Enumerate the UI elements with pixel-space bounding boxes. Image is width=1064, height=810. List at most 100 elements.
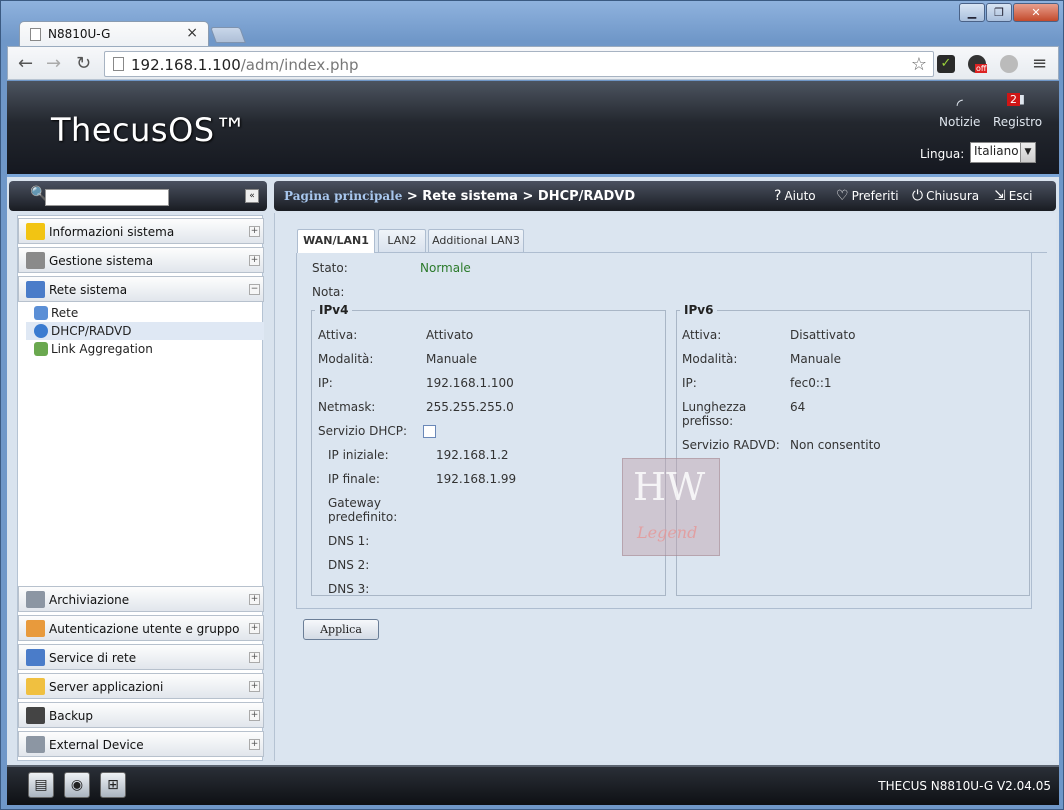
help-button[interactable]: ? Aiuto [774, 188, 816, 204]
close-window-button[interactable]: ✕ [1013, 3, 1059, 22]
page-icon [113, 57, 124, 71]
language-select[interactable]: Italiano ▼ [970, 142, 1036, 163]
info-icon [26, 223, 45, 240]
expand-icon[interactable]: + [249, 710, 260, 721]
note-label: Nota: [312, 285, 345, 299]
sidebar-menu: Informazioni sistema + Gestione sistema … [17, 215, 264, 761]
power-icon: ⏻ [912, 188, 924, 204]
bookmark-star-icon[interactable]: ☆ [911, 54, 927, 75]
extension-ghost-icon[interactable]: off [968, 55, 988, 73]
menu-group-backup[interactable]: Backup + [18, 702, 264, 728]
menu-group-user-auth[interactable]: Autenticazione utente e gruppo + [18, 615, 264, 641]
chevron-down-icon[interactable]: ▼ [1020, 143, 1035, 162]
expand-icon[interactable]: + [249, 226, 260, 237]
end-ip-label: IP finale: [328, 472, 380, 486]
radvd-service-value: Non consentito [790, 438, 881, 452]
sidebar-item-link-aggregation[interactable]: Link Aggregation [26, 340, 264, 358]
expand-icon[interactable]: + [249, 652, 260, 663]
tab-wan-lan1[interactable]: WAN/LAN1 [297, 229, 375, 254]
news-label: Notizie [939, 115, 981, 129]
ipv4-mode-value: Manuale [426, 352, 477, 366]
expand-icon[interactable]: + [249, 739, 260, 750]
breadcrumb-bar: Pagina principale > Rete sistema > DHCP/… [274, 181, 1056, 211]
storage-icon [26, 591, 45, 608]
server-icon[interactable]: ▤ [28, 772, 54, 798]
collapse-icon[interactable]: − [249, 284, 260, 295]
network-icon [34, 306, 48, 320]
browser-menu-icon[interactable]: ≡ [1032, 53, 1047, 74]
menu-group-label: Autenticazione utente e gruppo [49, 622, 240, 636]
menu-group-app-server[interactable]: Server applicazioni + [18, 673, 264, 699]
menu-group-storage[interactable]: Archiviazione + [18, 586, 264, 612]
menu-group-system-management[interactable]: Gestione sistema + [18, 247, 264, 273]
language-label: Lingua: [920, 147, 965, 161]
folder-icon [26, 678, 45, 695]
breadcrumb-home-link[interactable]: Pagina principale [284, 189, 402, 203]
expand-icon[interactable]: + [249, 255, 260, 266]
ipv4-mode-label: Modalità: [318, 352, 374, 366]
new-tab-button[interactable] [210, 27, 246, 43]
address-bar[interactable]: 192.168.1.100/adm/index.php ☆ [104, 51, 934, 77]
network-service-icon [26, 649, 45, 666]
ipv6-ip-value: fec0::1 [790, 376, 832, 390]
menu-group-network[interactable]: Rete sistema − [18, 276, 264, 302]
main-panel: WAN/LAN1 LAN2 Additional LAN3 Stato: Nor… [274, 213, 1056, 761]
tab-additional-lan3[interactable]: Additional LAN3 [428, 229, 524, 253]
watermark-logo: HW [633, 465, 706, 509]
url-host: 192.168.1.100 [131, 56, 241, 74]
watermark-text: Legend [637, 523, 698, 542]
url-path: /adm/index.php [240, 56, 359, 74]
dns3-label: DNS 3: [328, 582, 370, 596]
extension-check-icon[interactable]: ✓ [937, 55, 955, 73]
hwlegend-watermark: HW Legend [622, 458, 720, 556]
sidebar-item-label: DHCP/RADVD [51, 324, 132, 338]
breadcrumb-separator: > [517, 189, 538, 204]
dhcp-service-checkbox[interactable] [423, 425, 436, 438]
external-device-icon [26, 736, 45, 753]
disk-icon[interactable]: ◉ [64, 772, 90, 798]
expand-icon[interactable]: + [249, 594, 260, 605]
firmware-version: THECUS N8810U-G V2.04.05 [878, 779, 1051, 793]
back-icon[interactable]: ← [18, 53, 33, 74]
menu-group-label: Informazioni sistema [49, 225, 175, 239]
breadcrumb: Pagina principale > Rete sistema > DHCP/… [284, 189, 635, 204]
forward-icon[interactable]: → [46, 53, 61, 74]
favorites-button[interactable]: ♡ Preferiti [836, 188, 899, 204]
gateway-label-line2: predefinito: [328, 510, 398, 524]
ipv4-netmask-label: Netmask: [318, 400, 376, 414]
reload-icon[interactable]: ↻ [76, 53, 91, 74]
extension-chevron-icon[interactable] [1000, 55, 1018, 73]
shutdown-label: Chiusura [926, 189, 980, 203]
logout-button[interactable]: ⇲ Esci [994, 188, 1033, 204]
sidebar-item-dhcp-radvd[interactable]: DHCP/RADVD [26, 322, 264, 340]
tab-close-icon[interactable]: × [186, 25, 198, 41]
log-badge: 2 [1007, 93, 1020, 106]
rss-icon: ◜ [956, 95, 963, 114]
sidebar-search-input[interactable] [45, 189, 169, 206]
expand-icon[interactable]: + [249, 681, 260, 692]
browser-tab[interactable]: N8810U-G × [19, 21, 209, 46]
log-button[interactable]: ▀ 2 Registro [993, 93, 1042, 129]
browser-window: N8810U-G × ▁ ❐ ✕ ← → ↻ 192.168.1.100/adm… [0, 0, 1064, 810]
tab-lan2[interactable]: LAN2 [378, 229, 426, 253]
minimize-button[interactable]: ▁ [959, 3, 985, 22]
news-button[interactable]: ◜ Notizie [939, 95, 980, 129]
start-ip-label: IP iniziale: [328, 448, 389, 462]
menu-group-label: Archiviazione [49, 593, 130, 607]
shutdown-button[interactable]: ⏻ Chiusura [912, 188, 979, 204]
radvd-service-label: Servizio RADVD: [682, 438, 780, 452]
expand-icon[interactable]: + [249, 623, 260, 634]
logout-label: Esci [1008, 189, 1033, 203]
menu-group-external-device[interactable]: External Device + [18, 731, 264, 757]
collapse-sidebar-icon[interactable]: « [245, 189, 259, 203]
sidebar-item-rete[interactable]: Rete [26, 304, 264, 322]
sidebar-item-label: Rete [51, 306, 79, 320]
tools-icon [26, 252, 45, 269]
ipv6-active-label: Attiva: [682, 328, 722, 342]
menu-group-network-service[interactable]: Service di rete + [18, 644, 264, 670]
url-text[interactable]: 192.168.1.100/adm/index.php [131, 56, 359, 74]
network-map-icon[interactable]: ⊞ [100, 772, 126, 798]
apply-button[interactable]: Applica [303, 619, 379, 640]
menu-group-system-info[interactable]: Informazioni sistema + [18, 218, 264, 244]
maximize-button[interactable]: ❐ [986, 3, 1012, 22]
